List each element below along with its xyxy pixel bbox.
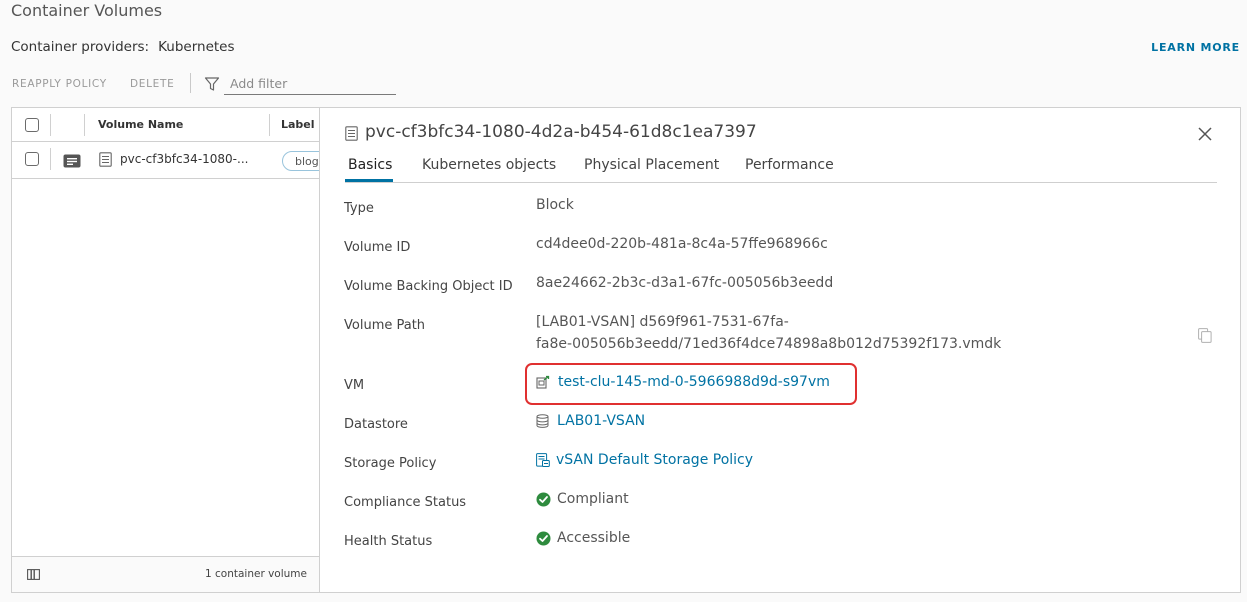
vm-value: test-clu-145-md-0-5966988d9d-s97vm <box>536 371 830 393</box>
column-header-volume-name[interactable]: Volume Name <box>98 108 183 141</box>
type-label: Type <box>344 201 374 216</box>
volume-path-label: Volume Path <box>344 318 426 333</box>
column-toggle-icon[interactable] <box>27 569 40 580</box>
tab-physical-placement[interactable]: Physical Placement <box>584 157 719 173</box>
row-volume-name[interactable]: pvc-cf3bfc34-1080-... <box>120 152 248 166</box>
grid-header: Volume Name Label <box>12 108 320 142</box>
vm-icon <box>536 375 550 389</box>
grid-footer: 1 container volume <box>12 556 320 592</box>
column-separator <box>50 114 51 136</box>
volume-grid: Volume Name Label pvc-cf3bfc34-1080-... … <box>11 107 342 593</box>
backing-object-id-value: 8ae24662-2b3c-d3a1-67fc-005056b3eedd <box>536 275 834 291</box>
volume-path-line-1: [LAB01-VSAN] d569f961-7531-67fa- <box>536 314 789 330</box>
backing-object-id-label: Volume Backing Object ID <box>344 279 513 294</box>
column-header-label[interactable]: Label <box>281 108 315 141</box>
copy-icon[interactable] <box>1198 328 1212 343</box>
vm-label: VM <box>344 378 365 393</box>
datastore-icon <box>536 414 549 428</box>
storage-policy-value: vSAN Default Storage Policy <box>536 449 753 471</box>
detail-title: pvc-cf3bfc34-1080-4d2a-b454-61d8c1ea7397 <box>365 122 757 142</box>
detail-panel: pvc-cf3bfc34-1080-4d2a-b454-61d8c1ea7397… <box>319 107 1241 593</box>
column-separator <box>84 114 85 136</box>
storage-policy-link[interactable]: vSAN Default Storage Policy <box>556 452 753 468</box>
learn-more-link[interactable]: LEARN MORE <box>1151 41 1240 54</box>
health-status-text: Accessible <box>557 530 631 546</box>
volume-id-label: Volume ID <box>344 240 411 255</box>
check-icon <box>536 531 551 545</box>
check-icon <box>536 492 551 506</box>
type-value: Block <box>536 197 574 213</box>
toolbar-divider <box>190 73 191 93</box>
volume-icon <box>99 152 112 167</box>
health-status-value: Accessible <box>536 527 630 549</box>
volume-count: 1 container volume <box>204 568 307 580</box>
health-status-label: Health Status <box>344 534 433 549</box>
volume-path-value: [LAB01-VSAN] d569f961-7531-67fa- fa8e-00… <box>536 311 1001 355</box>
datastore-link[interactable]: LAB01-VSAN <box>557 413 645 429</box>
providers-label: Container providers: <box>11 39 150 55</box>
tab-performance[interactable]: Performance <box>745 157 834 173</box>
datastore-value: LAB01-VSAN <box>536 410 645 432</box>
vm-link[interactable]: test-clu-145-md-0-5966988d9d-s97vm <box>558 374 830 390</box>
compliance-status-label: Compliance Status <box>344 495 467 510</box>
storage-policy-icon <box>536 453 550 467</box>
tab-bar: Basics Kubernetes objects Physical Place… <box>345 154 1217 183</box>
filter-input[interactable] <box>224 73 396 95</box>
tab-kubernetes-objects[interactable]: Kubernetes objects <box>422 157 556 173</box>
compliance-status-text: Compliant <box>557 491 629 507</box>
datastore-label: Datastore <box>344 417 408 432</box>
container-providers: Container providers: Kubernetes <box>11 39 235 55</box>
storage-policy-label: Storage Policy <box>344 456 437 471</box>
delete-button[interactable]: DELETE <box>130 78 174 90</box>
filter-icon <box>204 77 220 91</box>
page-title: Container Volumes <box>11 1 163 20</box>
active-tab-indicator <box>345 179 393 182</box>
volume-icon <box>345 126 358 141</box>
tab-basics[interactable]: Basics <box>348 157 392 173</box>
reapply-policy-button[interactable]: REAPPLY POLICY <box>12 78 107 90</box>
close-icon[interactable] <box>1197 126 1213 142</box>
select-all-checkbox[interactable] <box>25 118 39 132</box>
volume-id-value: cd4dee0d-220b-481a-8c4a-57ffe968966c <box>536 236 828 252</box>
details-icon[interactable] <box>63 154 81 168</box>
row-checkbox[interactable] <box>25 152 39 166</box>
compliance-status-value: Compliant <box>536 488 629 510</box>
column-separator <box>50 148 51 170</box>
volume-path-line-2: fa8e-005056b3eedd/71ed36f4dce74898a8b012… <box>536 336 1002 352</box>
providers-value: Kubernetes <box>158 39 235 55</box>
table-row[interactable]: pvc-cf3bfc34-1080-... blog <box>12 142 342 179</box>
column-separator <box>269 114 270 136</box>
